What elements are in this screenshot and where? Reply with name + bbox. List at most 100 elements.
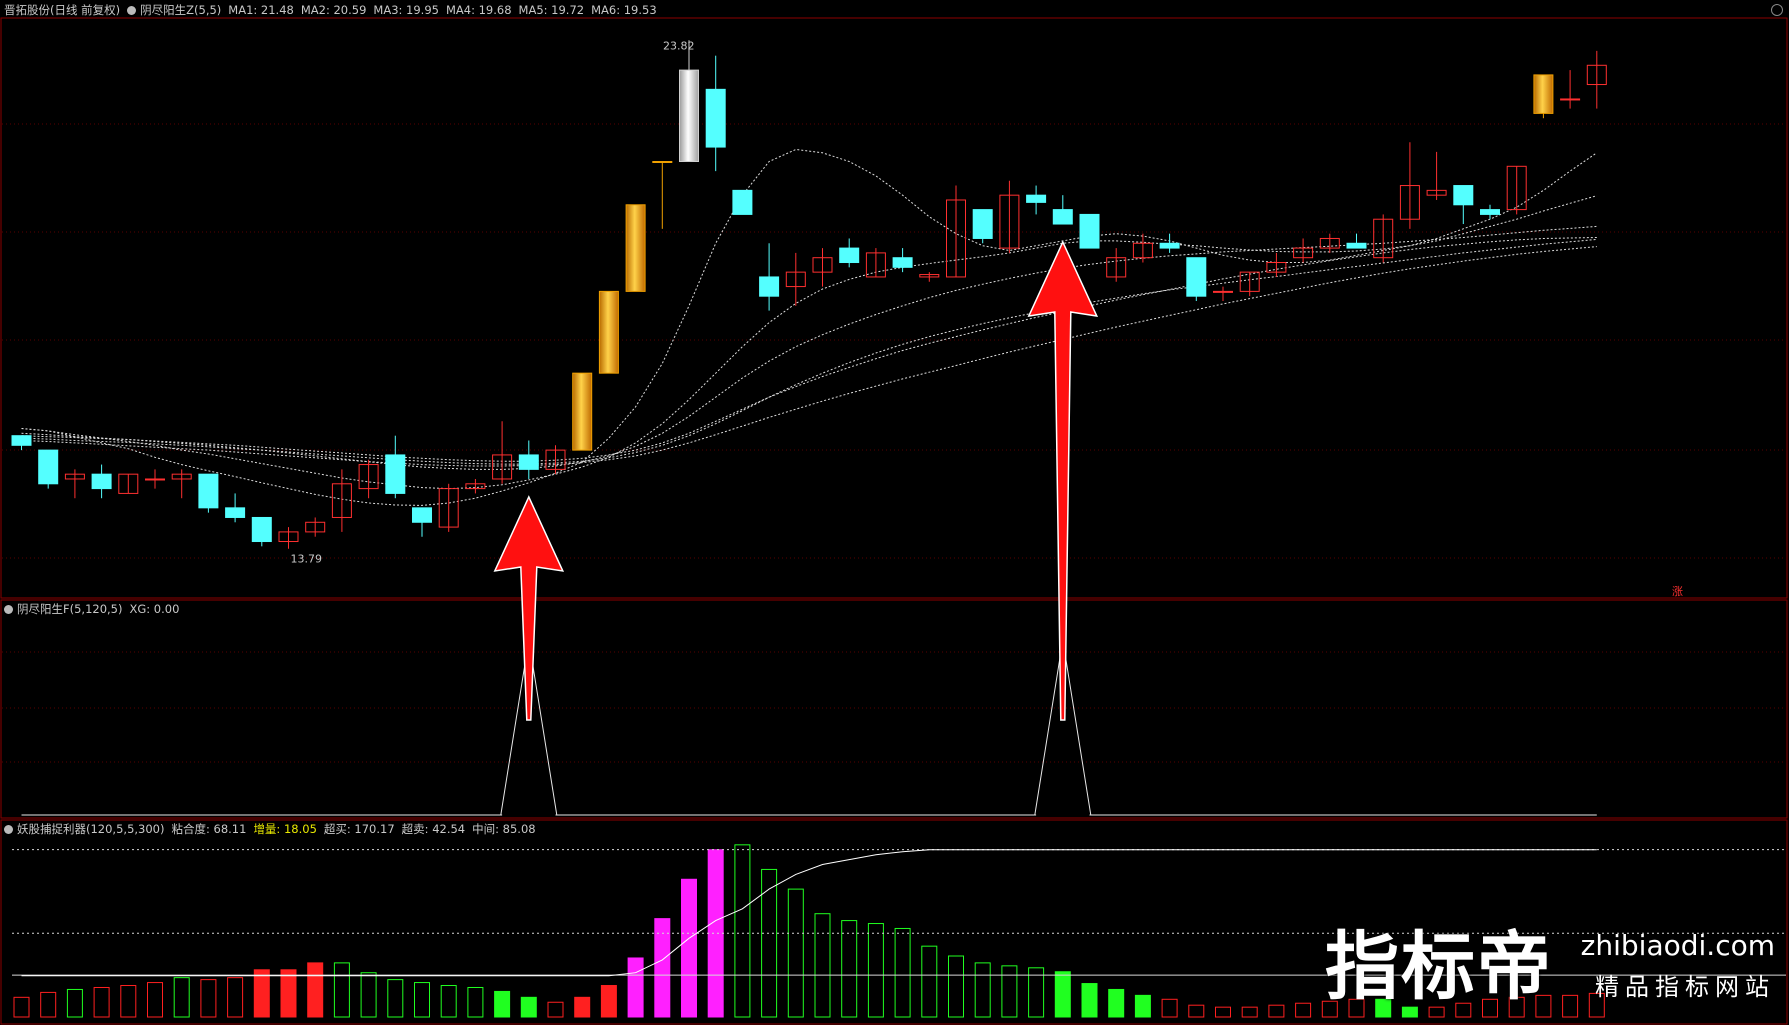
candle-body	[518, 454, 539, 470]
volume-bar	[360, 972, 377, 1018]
volume-bar	[1215, 1006, 1231, 1018]
overbought-value: 超买: 170.17	[323, 822, 395, 836]
ma-line-2	[21, 195, 1597, 490]
oversold-value: 超卖: 42.54	[401, 822, 466, 836]
indicator-dot-icon[interactable]	[4, 825, 13, 834]
volume-bar	[1161, 998, 1178, 1018]
watermark-brand: 指标帝	[1325, 924, 1553, 1010]
ma-line-3	[21, 225, 1597, 470]
volume-bar	[307, 962, 324, 1018]
volume-bar	[414, 982, 430, 1018]
candle-body	[1560, 98, 1581, 101]
panel1-gridlines	[2, 123, 1786, 559]
volume-bar	[440, 985, 457, 1018]
volume-bar	[173, 977, 190, 1018]
volume-bar	[547, 1001, 564, 1018]
volume-bar	[921, 945, 938, 1018]
increment-value: 增量: 18.05	[253, 822, 317, 836]
watermark-url: zhibiaodi.com	[1580, 929, 1775, 962]
indicator-dot-icon[interactable]	[127, 6, 137, 15]
candle-body	[1159, 242, 1180, 249]
candle-body	[1533, 74, 1554, 114]
candle-body	[38, 449, 59, 485]
volume-bar	[948, 955, 964, 1018]
candle-body	[91, 473, 112, 490]
volume-bar	[1001, 965, 1018, 1018]
candlestick-series	[11, 40, 1607, 549]
volume-bar	[66, 988, 83, 1018]
ma4-value: MA4: 19.68	[445, 3, 512, 17]
panel2-frame	[0, 599, 1788, 819]
volume-bar	[120, 985, 137, 1018]
candle-body	[598, 290, 619, 374]
candle-body	[225, 507, 246, 518]
volume-bar	[1054, 971, 1071, 1018]
candle-body	[1026, 194, 1047, 203]
volume-bar	[13, 996, 30, 1018]
panel1-frame	[0, 17, 1788, 599]
high-price-label: 23.82	[663, 39, 695, 52]
volume-bar	[1188, 1004, 1205, 1018]
panel2-gridlines	[2, 651, 1786, 763]
candle-body	[145, 478, 165, 481]
candle-body	[759, 276, 780, 297]
candle-body	[251, 516, 272, 543]
settings-circle-icon[interactable]	[1771, 4, 1783, 16]
candle-body	[679, 69, 699, 162]
volume-bar	[333, 962, 350, 1018]
candle-body	[1346, 242, 1367, 249]
volume-bar	[147, 982, 163, 1018]
volume-bar	[867, 923, 884, 1018]
candle-body	[1052, 209, 1073, 225]
main-indicator-name: 阴尽阳生Z(5,5)	[140, 3, 222, 17]
ma1-value: MA1: 21.48	[228, 3, 294, 17]
rise-tag: 涨	[1672, 585, 1683, 598]
ma5-value: MA5: 19.72	[518, 3, 585, 17]
volume-bar	[387, 979, 404, 1018]
ma2-value: MA2: 20.59	[300, 3, 367, 17]
candle-body	[572, 372, 593, 451]
volume-bar	[1081, 983, 1098, 1018]
signal-arrow	[1027, 240, 1099, 721]
candle-body	[1186, 257, 1207, 297]
candle-body	[1213, 290, 1233, 293]
candle-body	[1079, 213, 1100, 249]
ma-line-1	[21, 148, 1598, 506]
volume-bar	[787, 888, 804, 1018]
panel2-header: 阴尽阳生F(5,120,5) XG: 0.00	[4, 602, 186, 616]
candle-body	[385, 454, 406, 494]
volume-bar	[574, 996, 591, 1018]
volume-bar	[841, 920, 858, 1018]
indicator-dot-icon[interactable]	[4, 605, 13, 614]
volume-bar	[280, 969, 297, 1018]
watermark: 指标帝 zhibiaodi.com 精品指标网站	[1325, 923, 1775, 1013]
candle-body	[732, 189, 753, 215]
volume-bar	[467, 986, 484, 1018]
candle-body	[1453, 185, 1474, 206]
candle-body	[11, 435, 32, 446]
volume-bar	[520, 996, 537, 1018]
ma6-value: MA6: 19.53	[591, 3, 657, 17]
low-price-label: 13.79	[291, 553, 323, 566]
ma-line-6	[21, 246, 1597, 467]
candle-body	[412, 507, 432, 523]
volume-bar	[1295, 1002, 1312, 1018]
candle-body	[705, 88, 726, 148]
ma-line-4	[21, 238, 1597, 465]
candle-body	[652, 161, 673, 163]
signal-indicator-name: 阴尽阳生F(5,120,5)	[17, 602, 123, 616]
volume-bar	[253, 969, 270, 1018]
volume-bar	[227, 977, 244, 1018]
volume-bar	[40, 991, 57, 1018]
panel3-header: 妖股捕捉利器(120,5,5,300) 粘合度: 68.11 增量: 18.05 超买…	[4, 822, 543, 836]
xg-value: XG: 0.00	[129, 602, 180, 616]
signal-line	[21, 639, 1597, 816]
chart-stage: 23.82 13.79 涨	[0, 17, 1788, 1025]
volume-bar	[200, 979, 217, 1018]
volume-bar	[93, 986, 110, 1018]
watermark-slogan: 精品指标网站	[1595, 973, 1775, 1001]
midline-value: 中间: 85.08	[472, 822, 536, 836]
volume-bar	[1108, 988, 1125, 1018]
ma-line-5	[21, 237, 1597, 462]
candle-body	[892, 257, 913, 268]
